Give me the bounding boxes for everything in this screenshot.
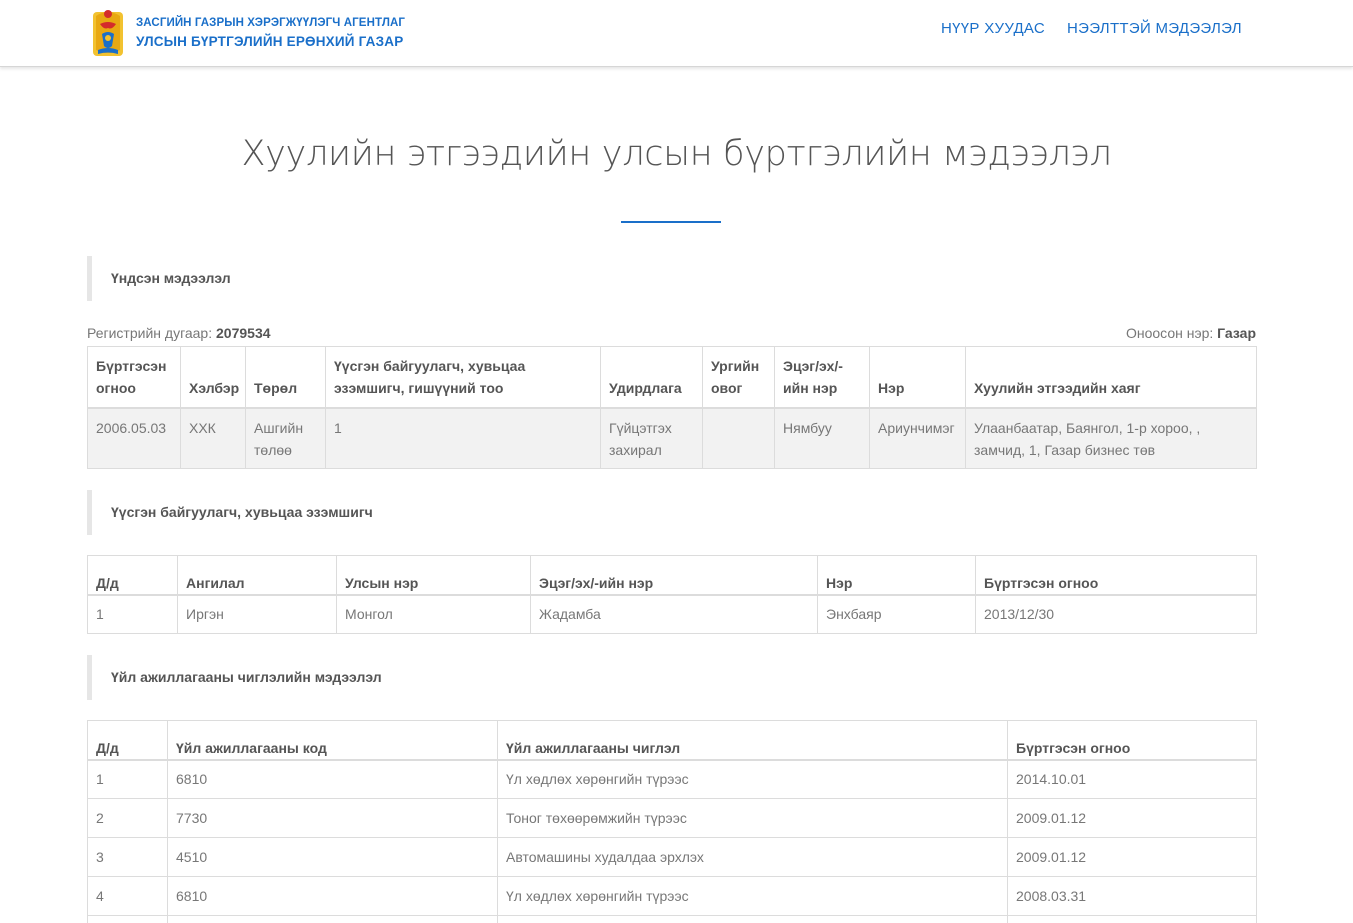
- column-header: Улсын нэр: [336, 555, 531, 596]
- column-header: Бүртгэсэн огноо: [87, 346, 181, 409]
- agency-name[interactable]: ЗАСГИЙН ГАЗРЫН ХЭРЭГЖҮҮЛЭГЧ АГЕНТЛАГ УЛС…: [136, 17, 406, 49]
- column-header: Үйл ажиллагааны код: [167, 720, 498, 761]
- state-emblem-icon[interactable]: [90, 6, 126, 58]
- table-cell: Иргэн: [177, 594, 337, 634]
- table-cell: [497, 915, 1008, 923]
- agency-line1: ЗАСГИЙН ГАЗРЫН ХЭРЭГЖҮҮЛЭГЧ АГЕНТЛАГ: [136, 17, 406, 29]
- table-cell: 6810: [167, 759, 498, 799]
- column-header: Нэр: [817, 555, 976, 596]
- entity-name: Оноосон нэр: Газар: [1126, 325, 1256, 341]
- table-cell: 2: [87, 798, 168, 838]
- table-cell: 4510: [167, 837, 498, 877]
- table-cell: [167, 915, 498, 923]
- table-cell: 1: [87, 594, 178, 634]
- table-cell: ХХК: [180, 407, 246, 469]
- section-heading: Үндсэн мэдээлэл: [111, 270, 231, 286]
- column-header: Бүртгэсэн огноо: [975, 555, 1257, 596]
- table-header-row: Бүртгэсэн огноо Хэлбэр Төрөл Үүсгэн байг…: [87, 346, 1257, 409]
- title-underline: [621, 221, 721, 223]
- table-cell: 7730: [167, 798, 498, 838]
- table-cell: 3: [87, 837, 168, 877]
- section-heading: Үйл ажиллагааны чиглэлийн мэдээлэл: [111, 669, 382, 685]
- table-cell: 1: [325, 407, 601, 469]
- column-header: Д/д: [87, 555, 178, 596]
- nav-open-info-link[interactable]: НЭЭЛТТЭЙ МЭДЭЭЛЭЛ: [1067, 20, 1242, 37]
- table-cell: Нямбуу: [774, 407, 870, 469]
- column-header: Бүртгэсэн огноо: [1007, 720, 1257, 761]
- table-cell: Автомашины худалдаа эрхлэх: [497, 837, 1008, 877]
- registry-number: Регистрийн дугаар: 2079534: [87, 325, 271, 341]
- column-header: Үйл ажиллагааны чиглэл: [497, 720, 1008, 761]
- column-header: Эцэг/эх/-ийн нэр: [530, 555, 818, 596]
- table-row: 2006.05.03 ХХК Ашгийн төлөө 1 Гүйцэтгэх …: [87, 407, 1257, 469]
- page-title: Хуулийн этгээдийн улсын бүртгэлийн мэдээ…: [241, 134, 1112, 174]
- table-cell: 1: [87, 759, 168, 799]
- column-header: Хэлбэр: [180, 346, 246, 409]
- table-cell: [1007, 915, 1257, 923]
- column-header: Үүсгэн байгуулагч, хувьцаа эзэмшигч, гиш…: [325, 346, 601, 409]
- agency-line2: УЛСЫН БҮРТГЭЛИЙН ЕРӨНХИЙ ГАЗАР: [136, 33, 404, 49]
- column-header: Ангилал: [177, 555, 337, 596]
- table-cell: 2006.05.03: [87, 407, 181, 469]
- column-header: Хуулийн этгээдийн хаяг: [965, 346, 1257, 409]
- section-activities: Үйл ажиллагааны чиглэлийн мэдээлэл: [87, 655, 1256, 700]
- nav-home-link[interactable]: НҮҮР ХУУДАС: [941, 20, 1045, 37]
- table-header-row: Д/д Ангилал Улсын нэр Эцэг/эх/-ийн нэр Н…: [87, 555, 1257, 596]
- table-cell: Монгол: [336, 594, 531, 634]
- table-cell: [87, 915, 168, 923]
- entity-name-value: Газар: [1217, 325, 1256, 341]
- activities-table: Д/д Үйл ажиллагааны код Үйл ажиллагааны …: [87, 720, 1257, 923]
- section-heading: Үүсгэн байгуулагч, хувьцаа эзэмшигч: [111, 504, 373, 520]
- table-row: 1 6810 Үл хөдлөх хөрөнгийн түрээс 2014.1…: [87, 759, 1257, 799]
- table-row: 3 4510 Автомашины худалдаа эрхлэх 2009.0…: [87, 837, 1257, 877]
- table-cell: 6810: [167, 876, 498, 916]
- registry-value: 2079534: [216, 325, 271, 341]
- table-cell: Улаанбаатар, Баянгол, 1-р хороо, , замчи…: [965, 407, 1257, 469]
- table-row: [87, 915, 1257, 923]
- table-cell: Ашгийн төлөө: [245, 407, 326, 469]
- table-cell: Үл хөдлөх хөрөнгийн түрээс: [497, 876, 1008, 916]
- column-header: Удирдлага: [600, 346, 703, 409]
- column-header: Төрөл: [245, 346, 326, 409]
- founders-table: Д/д Ангилал Улсын нэр Эцэг/эх/-ийн нэр Н…: [87, 555, 1257, 634]
- table-cell: 2008.03.31: [1007, 876, 1257, 916]
- column-header: Д/д: [87, 720, 168, 761]
- table-cell: Ариунчимэг: [869, 407, 966, 469]
- table-cell: 2009.01.12: [1007, 798, 1257, 838]
- registry-label: Регистрийн дугаар:: [87, 325, 213, 341]
- entity-name-label: Оноосон нэр:: [1125, 325, 1214, 341]
- table-cell: [702, 407, 775, 469]
- table-cell: Энхбаяр: [817, 594, 976, 634]
- table-cell: 4: [87, 876, 168, 916]
- site-header: ЗАСГИЙН ГАЗРЫН ХЭРЭГЖҮҮЛЭГЧ АГЕНТЛАГ УЛС…: [0, 0, 1353, 67]
- table-cell: Жадамба: [530, 594, 818, 634]
- basic-info-table: Бүртгэсэн огноо Хэлбэр Төрөл Үүсгэн байг…: [87, 346, 1257, 469]
- table-cell: Үл хөдлөх хөрөнгийн түрээс: [497, 759, 1008, 799]
- table-row: 1 Иргэн Монгол Жадамба Энхбаяр 2013/12/3…: [87, 594, 1257, 634]
- section-basic-info: Үндсэн мэдээлэл: [87, 256, 1256, 301]
- column-header: Нэр: [869, 346, 966, 409]
- table-row: 4 6810 Үл хөдлөх хөрөнгийн түрээс 2008.0…: [87, 876, 1257, 916]
- table-cell: Тоног төхөөрөмжийн түрээс: [497, 798, 1008, 838]
- section-founders: Үүсгэн байгуулагч, хувьцаа эзэмшигч: [87, 490, 1256, 535]
- table-row: 2 7730 Тоног төхөөрөмжийн түрээс 2009.01…: [87, 798, 1257, 838]
- table-cell: Гүйцэтгэх захирал: [600, 407, 703, 469]
- table-header-row: Д/д Үйл ажиллагааны код Үйл ажиллагааны …: [87, 720, 1257, 761]
- column-header: Эцэг/эх/-ийн нэр: [774, 346, 870, 409]
- table-cell: 2013/12/30: [975, 594, 1257, 634]
- column-header: Ургийн овог: [702, 346, 775, 409]
- table-cell: 2009.01.12: [1007, 837, 1257, 877]
- table-cell: 2014.10.01: [1007, 759, 1257, 799]
